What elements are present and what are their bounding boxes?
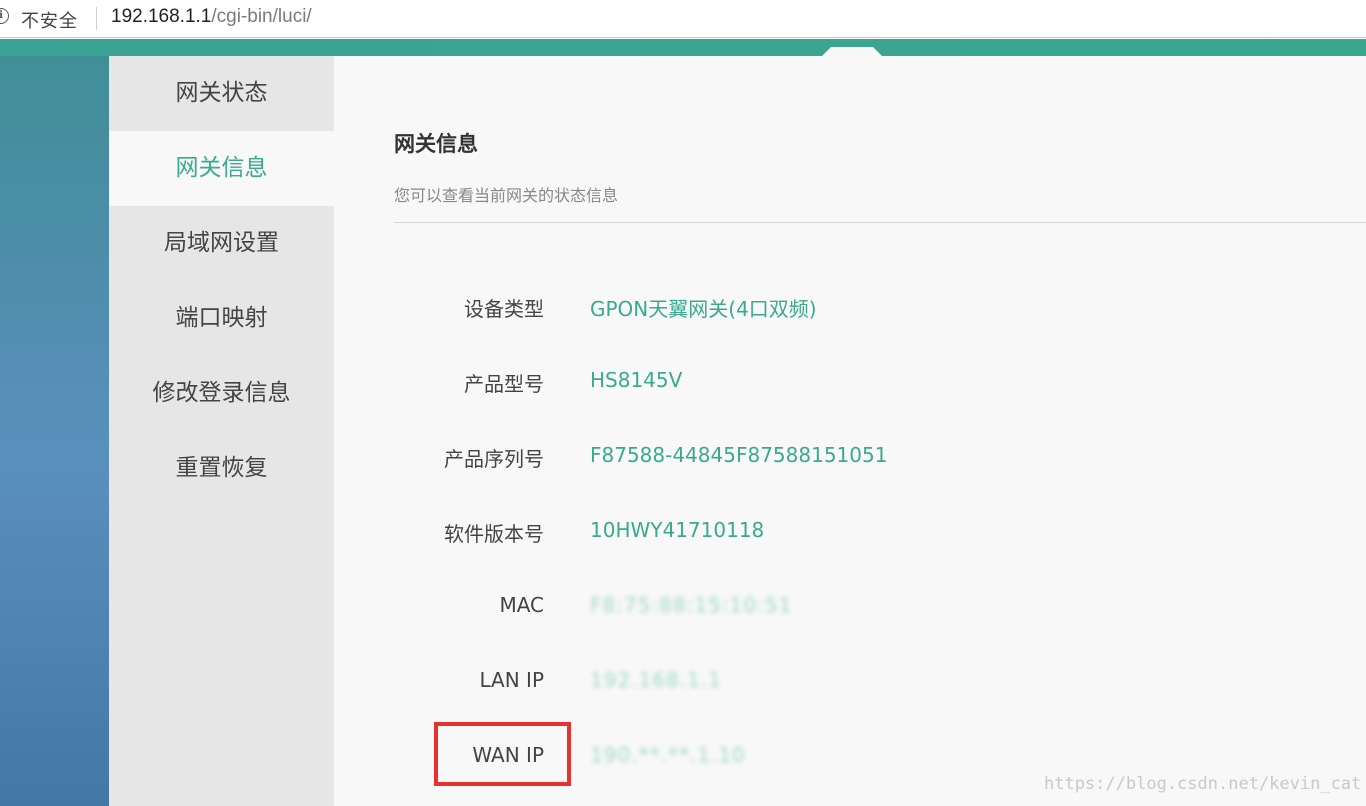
- sidebar-item-login-settings[interactable]: 修改登录信息: [109, 356, 334, 431]
- info-label: 产品型号: [464, 372, 544, 396]
- info-value-redacted: 192.168.1.1: [590, 668, 722, 692]
- watermark: https://blog.csdn.net/kevin_cat: [1044, 774, 1362, 794]
- header-notch-right: [864, 47, 882, 56]
- info-value-redacted: F8:75:88:15:10:51: [590, 593, 793, 617]
- page-title: 网关信息: [394, 132, 478, 156]
- info-icon[interactable]: i: [0, 8, 9, 24]
- info-value: F87588-44845F87588151051: [590, 443, 888, 467]
- url-text[interactable]: 192.168.1.1/cgi-bin/luci/: [111, 6, 312, 28]
- sidebar-item-lan-settings[interactable]: 局域网设置: [109, 206, 334, 281]
- url-path: /cgi-bin/luci/: [211, 6, 312, 27]
- sidebar-item-port-mapping[interactable]: 端口映射: [109, 281, 334, 356]
- info-label: MAC: [499, 593, 544, 617]
- page-subtitle: 您可以查看当前网关的状态信息: [394, 186, 619, 205]
- security-label[interactable]: 不安全: [21, 7, 78, 33]
- info-row-lan-ip: LAN IP 192.168.1.1: [334, 662, 1366, 702]
- info-row-device-type: 设备类型 GPON天翼网关(4口双频): [334, 287, 1366, 327]
- highlight-annotation-box: [434, 722, 571, 786]
- url-host: 192.168.1.1: [111, 6, 212, 27]
- info-value-redacted: 190.**.**.1.10: [590, 743, 746, 767]
- info-value: 10HWY41710118: [590, 518, 765, 542]
- info-label: 软件版本号: [444, 522, 544, 546]
- info-label: 产品序列号: [444, 447, 544, 471]
- address-bar[interactable]: i 不安全 192.168.1.1/cgi-bin/luci/: [0, 0, 1366, 38]
- header-stripe: [0, 39, 1366, 56]
- sidebar-nav: 网关状态 网关信息 局域网设置 端口映射 修改登录信息 重置恢复: [109, 56, 334, 806]
- address-divider: [96, 7, 97, 30]
- info-row-mac: MAC F8:75:88:15:10:51: [334, 587, 1366, 627]
- info-row-model: 产品型号 HS8145V: [334, 362, 1366, 402]
- info-row-software-version: 软件版本号 10HWY41710118: [334, 512, 1366, 552]
- sidebar-item-gateway-status[interactable]: 网关状态: [109, 56, 334, 131]
- info-row-serial: 产品序列号 F87588-44845F87588151051: [334, 437, 1366, 477]
- info-label: 设备类型: [464, 297, 544, 321]
- info-value: GPON天翼网关(4口双频): [590, 297, 817, 321]
- info-value: HS8145V: [590, 368, 683, 392]
- info-label: LAN IP: [479, 668, 544, 692]
- divider: [394, 222, 1366, 223]
- router-page: 网关状态 网关信息 局域网设置 端口映射 修改登录信息 重置恢复 网关信息 您可…: [0, 39, 1366, 806]
- sidebar-item-reset[interactable]: 重置恢复: [109, 431, 334, 506]
- main-content: 网关信息 您可以查看当前网关的状态信息 设备类型 GPON天翼网关(4口双频) …: [334, 56, 1366, 806]
- sidebar-item-gateway-info[interactable]: 网关信息: [109, 131, 334, 206]
